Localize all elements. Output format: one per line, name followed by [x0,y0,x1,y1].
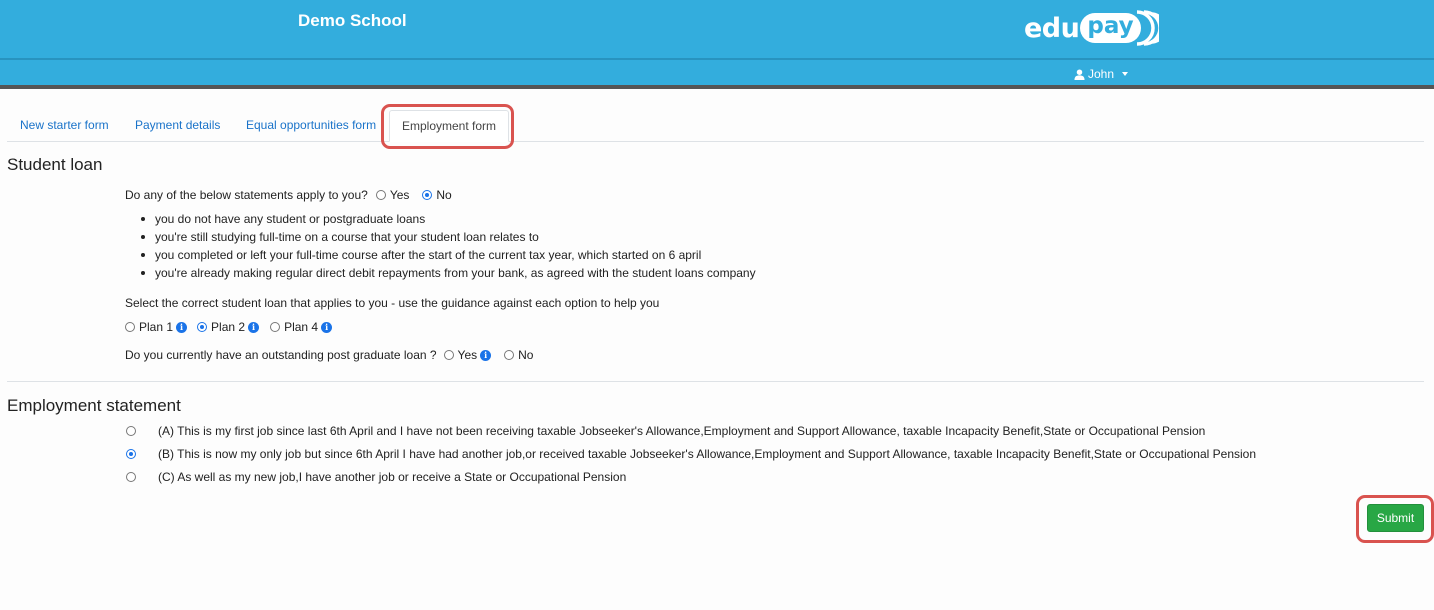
list-item: you're already making regular direct deb… [141,264,756,282]
q1-no-label: No [436,188,452,202]
plan-1-radio[interactable] [125,322,135,332]
postgrad-no-option[interactable]: No [504,348,533,362]
plan-2-label: Plan 2 [211,320,246,334]
school-name: Demo School [298,11,407,30]
loan-statement-list: you do not have any student or postgradu… [141,210,756,282]
employment-statement-title: Employment statement [7,396,181,415]
plan-options: Plan 1 i Plan 2 i Plan 4 i [125,320,333,334]
postgrad-no-label: No [518,348,534,362]
postgrad-no-radio[interactable] [504,350,515,360]
student-loan-title: Student loan [7,155,103,174]
plan-2-radio[interactable] [197,322,208,332]
list-item: you're still studying full-time on a cou… [141,228,756,246]
info-icon[interactable]: i [248,321,260,333]
info-icon[interactable]: i [480,349,492,361]
list-item: you do not have any student or postgradu… [141,210,756,228]
statement-a-radio[interactable] [126,426,136,436]
plan-4-radio[interactable] [270,322,281,332]
section-divider [7,381,1424,382]
info-icon[interactable]: i [321,321,333,333]
user-bar: John [0,58,1434,89]
tab-payment-details[interactable]: Payment details [123,110,232,142]
plan-4-option[interactable]: Plan 4 i [270,320,333,334]
postgrad-yes-option[interactable]: Yes i [443,348,492,362]
statement-c-label: (C) As well as my new job,I have another… [158,470,627,484]
postgrad-question-text: Do you currently have an outstanding pos… [125,348,437,362]
postgrad-yes-label: Yes [457,348,478,362]
statement-b-label: (B) This is now my only job but since 6t… [158,447,1257,461]
plan-prompt: Select the correct student loan that app… [125,296,660,310]
q1-yes-label: Yes [389,188,410,202]
statement-c-radio[interactable] [126,472,136,482]
plan-4-label: Plan 4 [284,320,319,334]
statement-b-option[interactable]: (B) This is now my only job but since 6t… [126,447,1256,461]
user-icon [1074,68,1085,80]
q1-yes-radio[interactable] [375,190,386,200]
statement-c-option[interactable]: (C) As well as my new job,I have another… [126,470,626,484]
student-loan-question: Do any of the below statements apply to … [125,188,452,202]
user-menu-dropdown[interactable]: John [1074,67,1129,81]
logo-edu-text: edu [1024,12,1080,44]
submit-button[interactable]: Submit [1367,504,1424,532]
top-header: Demo School edu pay [0,0,1434,58]
q1-no-radio[interactable] [422,190,433,200]
postgrad-question: Do you currently have an outstanding pos… [125,348,533,362]
list-item: you completed or left your full-time cou… [141,246,756,264]
q1-yes-option[interactable]: Yes [375,188,410,202]
plan-2-option[interactable]: Plan 2 i [197,320,260,334]
chevron-down-icon [1122,72,1129,76]
statement-a-label: (A) This is my first job since last 6th … [158,424,1206,438]
q1-no-option[interactable]: No [422,188,452,202]
form-tabs: New starter form Payment details Equal o… [7,110,1424,142]
logo-arcs-icon [1136,10,1159,46]
plan-1-option[interactable]: Plan 1 i [125,320,188,334]
tab-equal-opportunities-form[interactable]: Equal opportunities form [234,110,388,142]
tab-new-starter-form[interactable]: New starter form [8,110,121,142]
statement-b-radio[interactable] [126,449,136,459]
edupay-logo[interactable]: edu pay [1024,6,1159,50]
statement-a-option[interactable]: (A) This is my first job since last 6th … [126,424,1205,438]
tab-employment-form[interactable]: Employment form [389,110,510,142]
plan-1-label: Plan 1 [139,320,174,334]
question-text: Do any of the below statements apply to … [125,188,368,202]
logo-pay-text: pay [1080,13,1141,43]
info-icon[interactable]: i [176,321,188,333]
logo-pay-wrap: pay [1080,8,1159,48]
postgrad-yes-radio[interactable] [443,350,454,360]
user-name: John [1088,67,1115,81]
